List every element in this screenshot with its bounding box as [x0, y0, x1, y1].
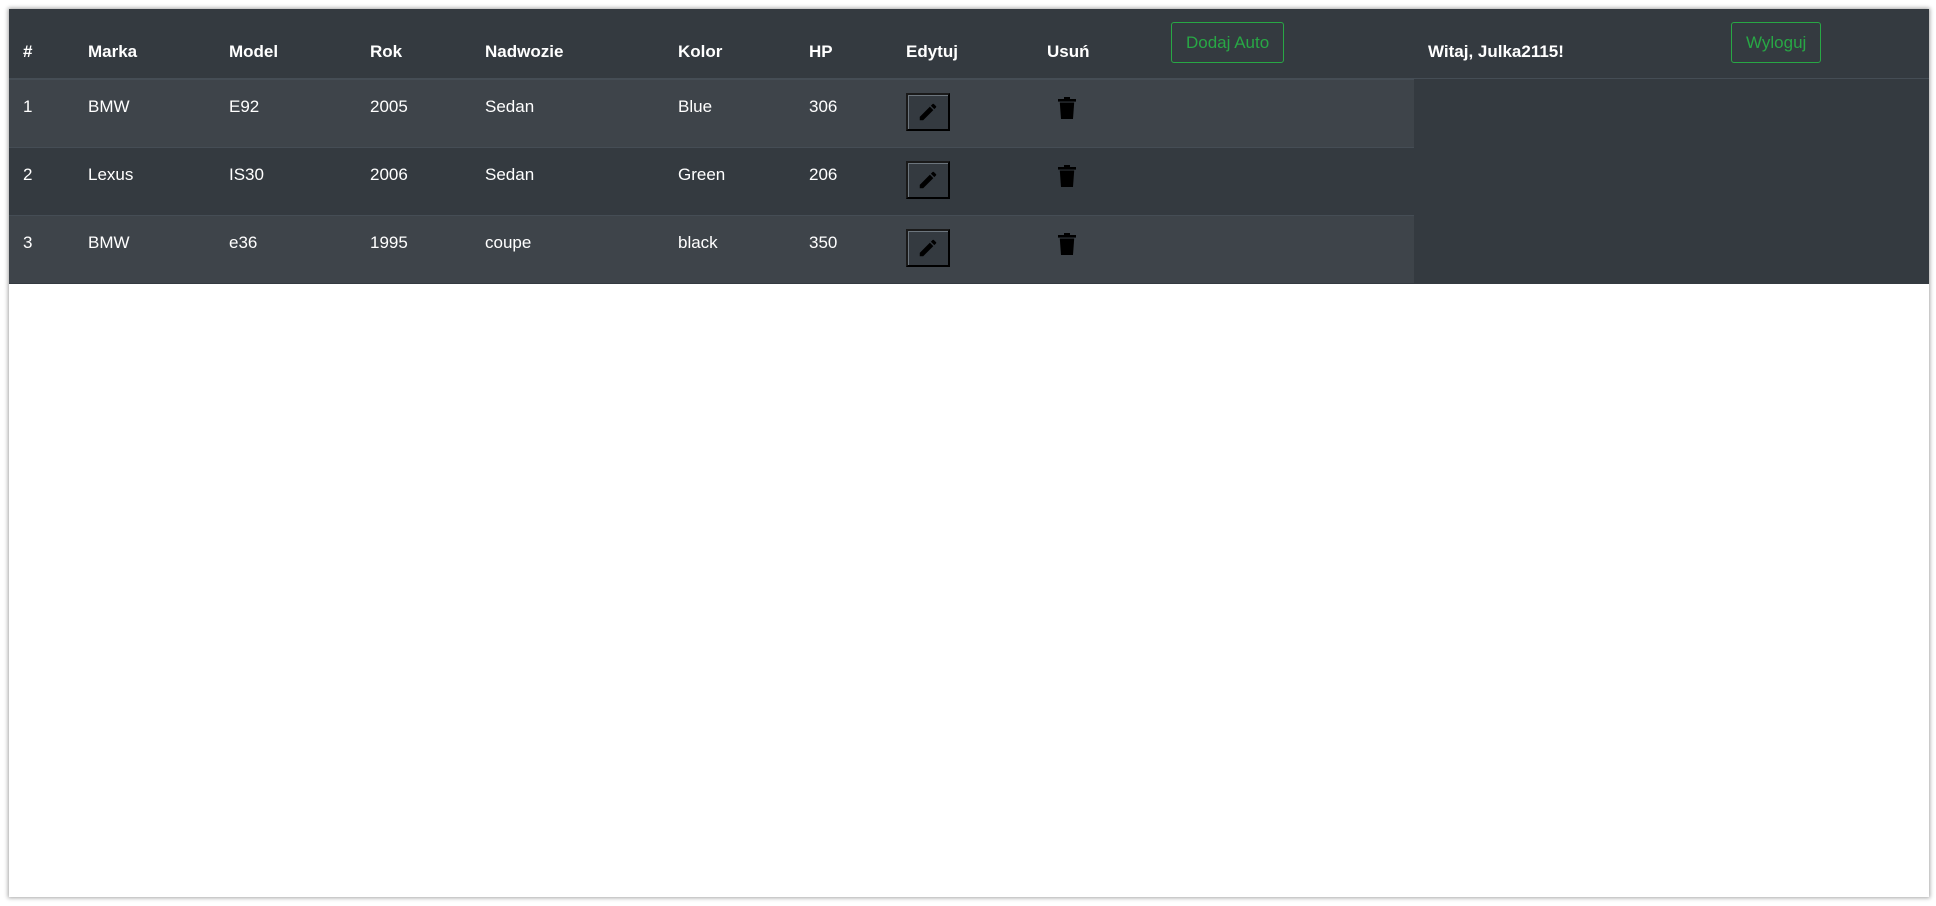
trash-icon: [1058, 233, 1076, 255]
header-edit: Edytuj: [906, 42, 958, 61]
edit-button[interactable]: [906, 229, 950, 267]
header-color: Kolor: [678, 42, 723, 61]
cell-number: 3: [23, 233, 33, 252]
cell-color: Green: [678, 165, 726, 184]
cell-make: Lexus: [88, 165, 134, 184]
table-header-row: # Marka Model Rok Nadwozie Kolor HP Edyt…: [9, 9, 1929, 79]
delete-button[interactable]: [1057, 164, 1077, 188]
header-number: #: [23, 42, 33, 61]
cell-make: BMW: [88, 233, 130, 252]
header-make: Marka: [88, 42, 138, 61]
edit-button[interactable]: [906, 161, 950, 199]
header-hp: HP: [809, 42, 833, 61]
welcome-message: Witaj, Julka2115!: [1428, 42, 1564, 61]
cell-body: Sedan: [485, 97, 535, 116]
cell-hp: 206: [809, 165, 838, 184]
header-model: Model: [229, 42, 279, 61]
header-body: Nadwozie: [485, 42, 564, 61]
header-year: Rok: [370, 42, 403, 61]
cell-number: 1: [23, 97, 33, 116]
cell-number: 2: [23, 165, 33, 184]
pencil-icon: [919, 171, 937, 189]
cell-hp: 350: [809, 233, 838, 252]
table-row: 2 Lexus IS30 2006 Sedan Green 206: [9, 147, 1414, 215]
cell-year: 2006: [370, 165, 408, 184]
cell-model: E92: [229, 97, 260, 116]
pencil-icon: [919, 103, 937, 121]
cell-year: 1995: [370, 233, 408, 252]
add-car-button[interactable]: Dodaj Auto: [1171, 22, 1285, 63]
trash-icon: [1058, 165, 1076, 187]
table-row: 3 BMW e36 1995 coupe black 350: [9, 215, 1414, 283]
pencil-icon: [919, 239, 937, 257]
cell-body: Sedan: [485, 165, 535, 184]
header-delete: Usuń: [1047, 42, 1090, 61]
cell-body: coupe: [485, 233, 532, 252]
cell-hp: 306: [809, 97, 838, 116]
edit-button[interactable]: [906, 93, 950, 131]
app-window: # Marka Model Rok Nadwozie Kolor HP Edyt…: [9, 9, 1929, 897]
table-row: 1 BMW E92 2005 Sedan Blue 306: [9, 79, 1414, 147]
cell-model: IS30: [229, 165, 264, 184]
cell-year: 2005: [370, 97, 408, 116]
cars-table: # Marka Model Rok Nadwozie Kolor HP Edyt…: [9, 9, 1929, 284]
trash-icon: [1058, 97, 1076, 119]
delete-button[interactable]: [1057, 232, 1077, 256]
cell-model: e36: [229, 233, 258, 252]
cell-make: BMW: [88, 97, 130, 116]
cell-color: black: [678, 233, 718, 252]
logout-button[interactable]: Wyloguj: [1731, 22, 1822, 63]
delete-button[interactable]: [1057, 96, 1077, 120]
cell-color: Blue: [678, 97, 713, 116]
